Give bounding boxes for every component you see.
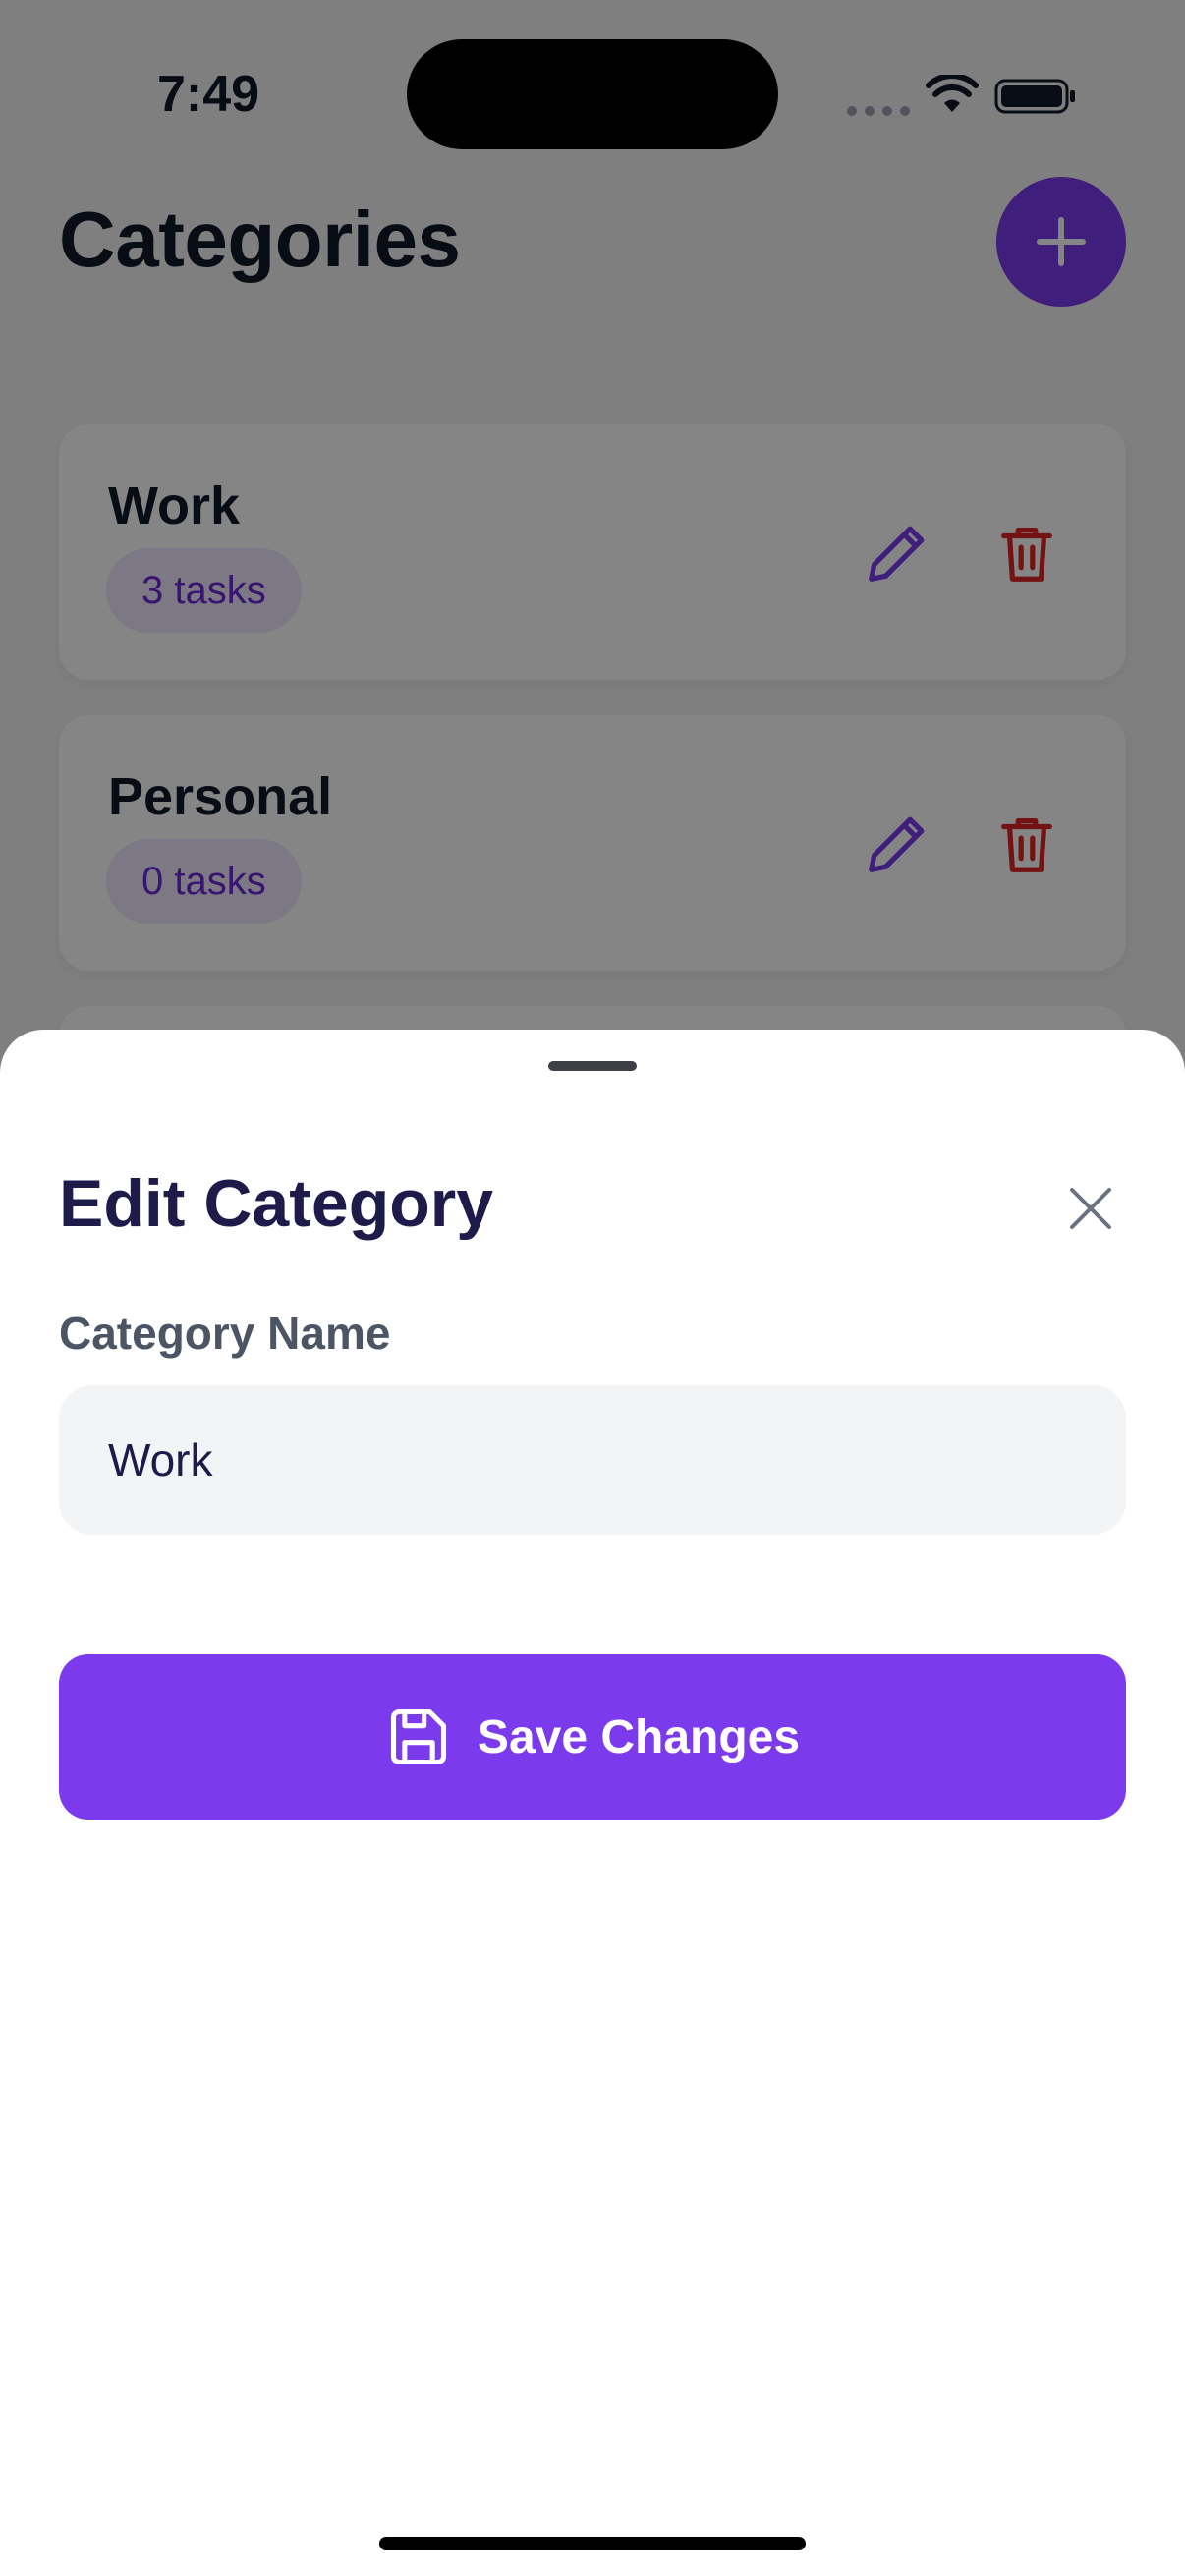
edit-category-sheet: Edit Category Category Name Save Changes xyxy=(0,1030,1185,2576)
categories-screen: 7:49 Categories Work 3 tasks Personal 0 … xyxy=(0,0,1185,2576)
sheet-title: Edit Category xyxy=(59,1166,494,1241)
save-changes-button[interactable]: Save Changes xyxy=(59,1654,1126,1820)
save-icon xyxy=(390,1708,446,1765)
close-icon xyxy=(1070,1188,1111,1229)
home-indicator xyxy=(379,2537,806,2550)
category-name-input[interactable] xyxy=(59,1385,1126,1535)
close-button[interactable] xyxy=(1055,1173,1126,1244)
sheet-grabber[interactable] xyxy=(548,1061,637,1071)
category-name-label: Category Name xyxy=(59,1308,391,1359)
save-button-label: Save Changes xyxy=(477,1710,801,1764)
